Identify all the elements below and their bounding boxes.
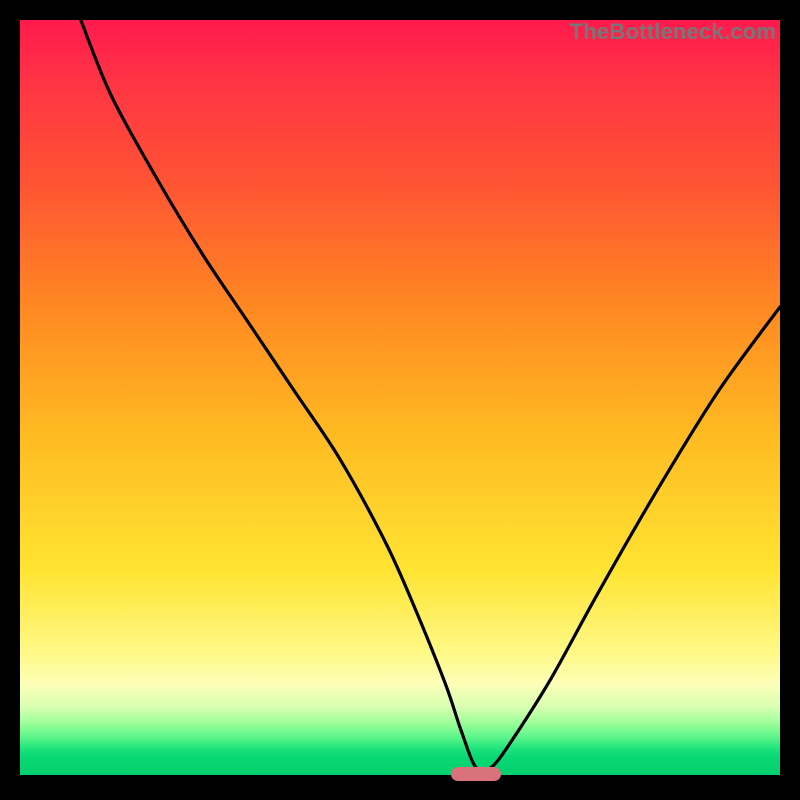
bottleneck-curve xyxy=(20,20,780,780)
bottleneck-marker-pill xyxy=(451,767,500,781)
chart-frame: TheBottleneck.com xyxy=(20,20,780,780)
